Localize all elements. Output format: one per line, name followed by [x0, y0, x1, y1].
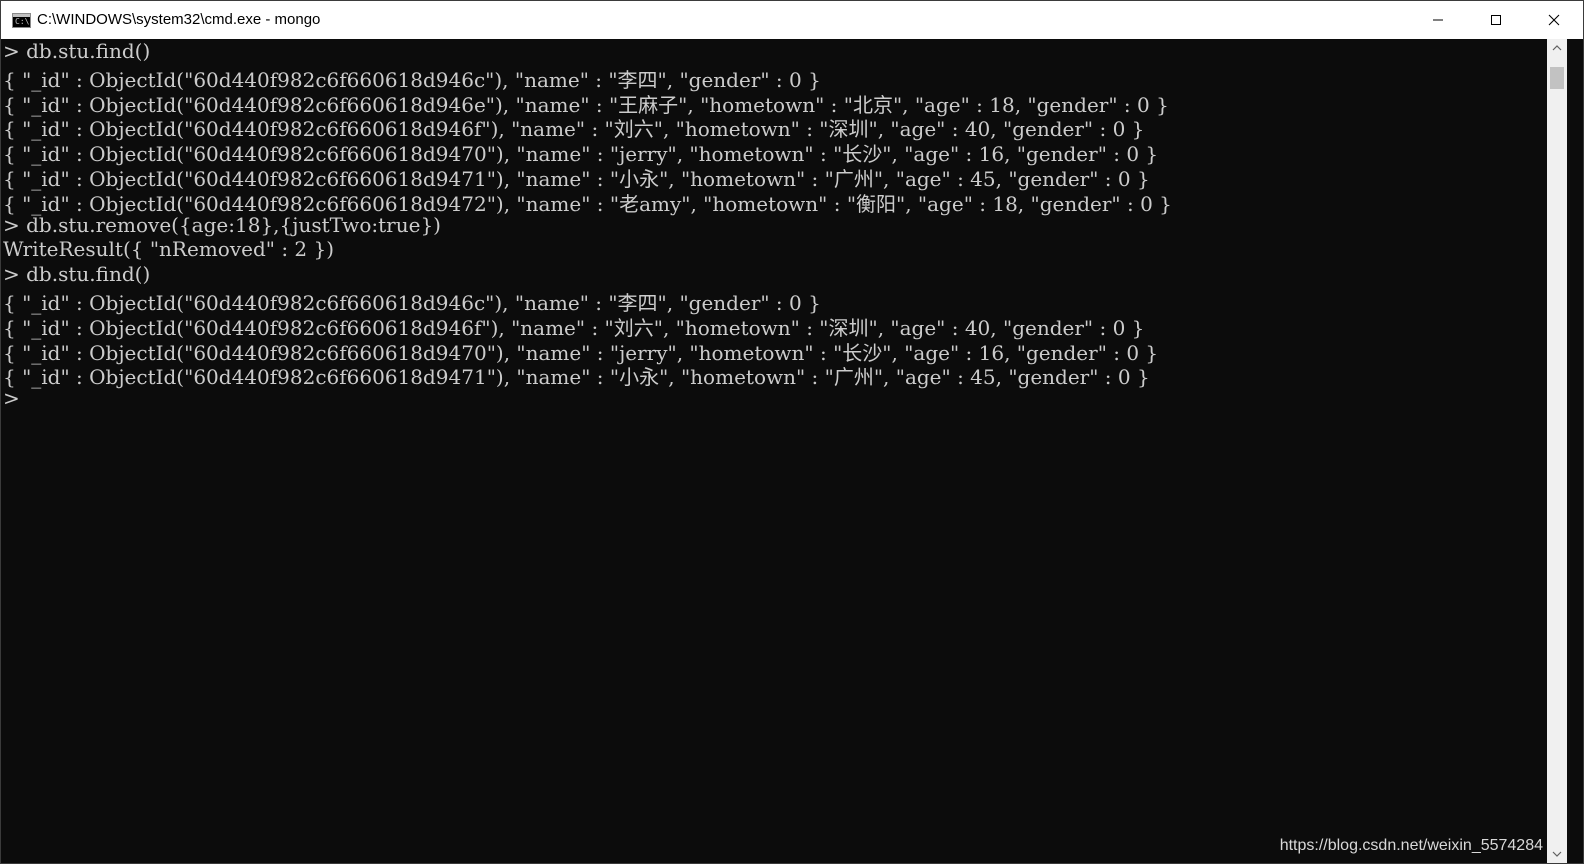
console-line: > db.stu.find(): [3, 262, 151, 287]
console-line: > db.stu.remove({age:18},{justTwo:true}): [3, 212, 441, 237]
window-title: C:\WINDOWS\system32\cmd.exe - mongo: [37, 11, 321, 28]
console-line: { "_id" : ObjectId("60d440f982c6f660618d…: [3, 166, 1150, 191]
scroll-up-button[interactable]: [1547, 39, 1567, 57]
maximize-button[interactable]: [1467, 1, 1525, 39]
cmd-icon-label: C:\: [15, 17, 30, 26]
scroll-thumb[interactable]: [1550, 67, 1564, 89]
cmd-app-icon[interactable]: C:\: [12, 13, 31, 28]
close-button[interactable]: [1525, 1, 1583, 39]
console-line: { "_id" : ObjectId("60d440f982c6f660618d…: [3, 142, 1159, 167]
console-line: { "_id" : ObjectId("60d440f982c6f660618d…: [3, 92, 1169, 117]
console-line: { "_id" : ObjectId("60d440f982c6f660618d…: [3, 290, 821, 315]
console-line: > db.stu.find(): [3, 39, 151, 63]
watermark-url: https://blog.csdn.net/weixin_5574284: [1279, 837, 1543, 854]
minimize-button[interactable]: [1409, 1, 1467, 39]
minimize-icon: [1433, 19, 1443, 21]
title-bar[interactable]: C:\ C:\WINDOWS\system32\cmd.exe - mongo: [1, 1, 1583, 39]
console-window: C:\ C:\WINDOWS\system32\cmd.exe - mongo …: [0, 0, 1584, 864]
scroll-up-icon: [1552, 45, 1562, 51]
console-line: { "_id" : ObjectId("60d440f982c6f660618d…: [3, 67, 821, 92]
console-prompt[interactable]: >: [3, 386, 1172, 411]
console-line: WriteResult({ "nRemoved" : 2 }): [3, 237, 335, 262]
console-line: { "_id" : ObjectId("60d440f982c6f660618d…: [3, 117, 1145, 142]
console-line: { "_id" : ObjectId("60d440f982c6f660618d…: [3, 365, 1150, 390]
console-output[interactable]: > db.stu.find() { "_id" : ObjectId("60d4…: [1, 39, 1547, 863]
console-line: { "_id" : ObjectId("60d440f982c6f660618d…: [3, 340, 1159, 365]
vertical-scrollbar[interactable]: [1547, 39, 1567, 863]
scroll-down-icon: [1552, 851, 1562, 857]
scroll-down-button[interactable]: [1547, 845, 1567, 863]
maximize-icon: [1491, 15, 1501, 25]
console-line: { "_id" : ObjectId("60d440f982c6f660618d…: [3, 191, 1172, 216]
console-line: { "_id" : ObjectId("60d440f982c6f660618d…: [3, 315, 1145, 340]
console-lines: > db.stu.find() { "_id" : ObjectId("60d4…: [3, 39, 1172, 411]
close-icon: [1548, 14, 1560, 26]
